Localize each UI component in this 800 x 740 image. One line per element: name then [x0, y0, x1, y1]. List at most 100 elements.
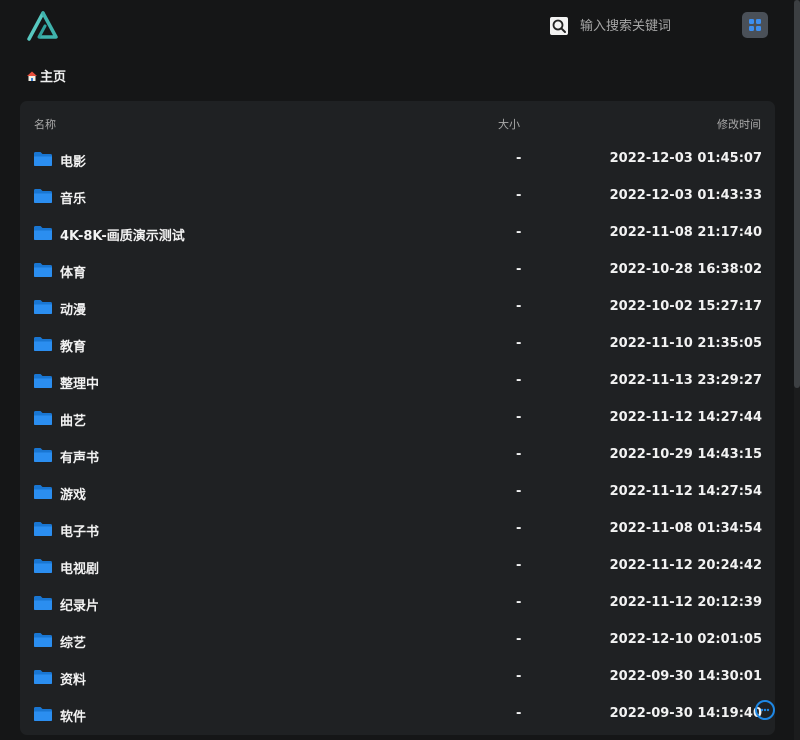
file-modified: 2022-10-29 14:43:15 — [609, 447, 762, 462]
file-name[interactable]: 曲艺 — [60, 410, 86, 429]
file-size: - — [516, 188, 522, 203]
scrollbar-thumb[interactable] — [794, 0, 800, 388]
file-name[interactable]: 游戏 — [60, 484, 86, 503]
grid-icon — [749, 19, 761, 31]
file-name[interactable]: 综艺 — [60, 632, 86, 651]
file-name[interactable]: 软件 — [60, 706, 86, 725]
file-name[interactable]: 有声书 — [60, 447, 99, 466]
file-name[interactable]: 整理中 — [60, 373, 99, 392]
breadcrumb-home-label[interactable]: 主页 — [40, 66, 66, 85]
file-size: - — [516, 410, 522, 425]
top-bar — [0, 0, 800, 56]
file-modified: 2022-11-12 20:24:42 — [609, 558, 762, 573]
search-icon[interactable] — [550, 17, 568, 35]
file-name[interactable]: 电子书 — [60, 521, 99, 540]
file-name[interactable]: 纪录片 — [60, 595, 99, 614]
table-row[interactable]: 教育 - 2022-11-10 21:35:05 — [20, 326, 775, 363]
chat-icon — [760, 708, 770, 712]
file-list: 电影 - 2022-12-03 01:45:07 音乐 - 2022-12-03 01:4… — [20, 141, 775, 733]
header-size[interactable]: 大小 — [498, 116, 520, 132]
file-modified: 2022-09-30 14:30:01 — [609, 669, 762, 684]
file-modified: 2022-11-12 14:27:44 — [609, 410, 762, 425]
file-modified: 2022-12-03 01:43:33 — [609, 188, 762, 203]
table-row[interactable]: 电影 - 2022-12-03 01:45:07 — [20, 141, 775, 178]
file-size: - — [516, 632, 522, 647]
folder-icon — [34, 559, 52, 573]
table-row[interactable]: 4K-8K-画质演示测试 - 2022-11-08 21:17:40 — [20, 215, 775, 252]
folder-icon — [34, 596, 52, 610]
file-name[interactable]: 教育 — [60, 336, 86, 355]
file-modified: 2022-09-30 14:19:40 — [609, 706, 762, 721]
file-name[interactable]: 体育 — [60, 262, 86, 281]
alist-logo[interactable] — [26, 10, 62, 42]
table-row[interactable]: 整理中 - 2022-11-13 23:29:27 — [20, 363, 775, 400]
file-size: - — [516, 336, 522, 351]
folder-icon — [34, 448, 52, 462]
table-row[interactable]: 综艺 - 2022-12-10 02:01:05 — [20, 622, 775, 659]
file-size: - — [516, 373, 522, 388]
search-input[interactable] — [580, 15, 720, 37]
file-list-panel: 名称 大小 修改时间 电影 - 2022-12-03 01:45:07 音乐 - 2022… — [20, 101, 775, 735]
table-header: 名称 大小 修改时间 — [20, 101, 775, 145]
file-size: - — [516, 558, 522, 573]
folder-icon — [34, 189, 52, 203]
folder-icon — [34, 300, 52, 314]
file-size: - — [516, 595, 522, 610]
header-modified[interactable]: 修改时间 — [717, 116, 761, 132]
folder-icon — [34, 633, 52, 647]
file-name[interactable]: 电视剧 — [60, 558, 99, 577]
file-size: - — [516, 484, 522, 499]
file-size: - — [516, 299, 522, 314]
file-modified: 2022-12-10 02:01:05 — [609, 632, 762, 647]
folder-icon — [34, 707, 52, 721]
table-row[interactable]: 电子书 - 2022-11-08 01:34:54 — [20, 511, 775, 548]
file-name[interactable]: 电影 — [60, 151, 86, 170]
folder-icon — [34, 374, 52, 388]
header-name[interactable]: 名称 — [34, 116, 56, 132]
breadcrumb[interactable]: 主页 — [26, 66, 66, 85]
folder-icon — [34, 152, 52, 166]
table-row[interactable]: 体育 - 2022-10-28 16:38:02 — [20, 252, 775, 289]
file-name[interactable]: 资料 — [60, 669, 86, 688]
table-row[interactable]: 曲艺 - 2022-11-12 14:27:44 — [20, 400, 775, 437]
file-modified: 2022-11-12 20:12:39 — [609, 595, 762, 610]
file-name[interactable]: 音乐 — [60, 188, 86, 207]
table-row[interactable]: 有声书 - 2022-10-29 14:43:15 — [20, 437, 775, 474]
file-size: - — [516, 521, 522, 536]
table-row[interactable]: 游戏 - 2022-11-12 14:27:54 — [20, 474, 775, 511]
table-row[interactable]: 电视剧 - 2022-11-12 20:24:42 — [20, 548, 775, 585]
folder-icon — [34, 411, 52, 425]
folder-icon — [34, 522, 52, 536]
page-scrollbar[interactable] — [794, 0, 800, 740]
chat-button[interactable] — [755, 700, 775, 720]
file-name[interactable]: 动漫 — [60, 299, 86, 318]
file-size: - — [516, 151, 522, 166]
file-modified: 2022-10-02 15:27:17 — [609, 299, 762, 314]
table-row[interactable]: 软件 - 2022-09-30 14:19:40 — [20, 696, 775, 733]
file-modified: 2022-11-10 21:35:05 — [609, 336, 762, 351]
table-row[interactable]: 资料 - 2022-09-30 14:30:01 — [20, 659, 775, 696]
search-bar[interactable] — [550, 14, 730, 38]
table-row[interactable]: 纪录片 - 2022-11-12 20:12:39 — [20, 585, 775, 622]
file-modified: 2022-12-03 01:45:07 — [609, 151, 762, 166]
file-size: - — [516, 447, 522, 462]
folder-icon — [34, 263, 52, 277]
file-size: - — [516, 225, 522, 240]
file-modified: 2022-11-08 21:17:40 — [609, 225, 762, 240]
file-modified: 2022-10-28 16:38:02 — [609, 262, 762, 277]
file-modified: 2022-11-12 14:27:54 — [609, 484, 762, 499]
table-row[interactable]: 动漫 - 2022-10-02 15:27:17 — [20, 289, 775, 326]
folder-icon — [34, 226, 52, 240]
apps-button[interactable] — [742, 12, 768, 38]
file-name[interactable]: 4K-8K-画质演示测试 — [60, 225, 185, 244]
file-modified: 2022-11-13 23:29:27 — [609, 373, 762, 388]
file-size: - — [516, 262, 522, 277]
file-size: - — [516, 669, 522, 684]
folder-icon — [34, 485, 52, 499]
file-size: - — [516, 706, 522, 721]
folder-icon — [34, 337, 52, 351]
table-row[interactable]: 音乐 - 2022-12-03 01:43:33 — [20, 178, 775, 215]
file-modified: 2022-11-08 01:34:54 — [609, 521, 762, 536]
folder-icon — [34, 670, 52, 684]
home-icon — [27, 71, 37, 81]
